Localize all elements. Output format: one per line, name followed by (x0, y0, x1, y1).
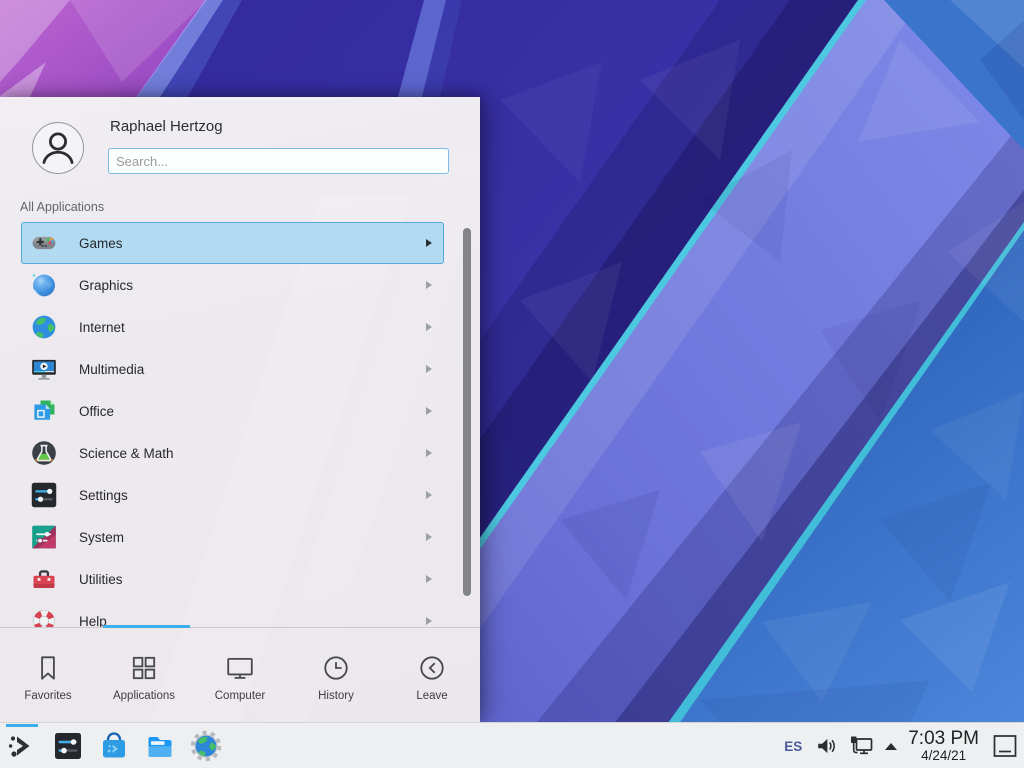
file-manager-icon (144, 730, 176, 762)
category-label: System (79, 530, 124, 545)
web-browser-icon (190, 730, 222, 762)
category-label: Office (79, 404, 114, 419)
history-icon (321, 653, 351, 683)
tab-label: Favorites (24, 690, 71, 702)
settings-icon (30, 481, 58, 509)
system-settings-button[interactable] (50, 728, 86, 764)
scrollbar[interactable] (463, 226, 471, 696)
submenu-arrow-icon (426, 449, 432, 457)
keyboard-layout-indicator[interactable]: ES (784, 739, 802, 754)
submenu-arrow-icon (426, 491, 432, 499)
file-manager-button[interactable] (142, 728, 178, 764)
submenu-arrow-icon (426, 365, 432, 373)
active-task-indicator (6, 724, 38, 727)
category-label: Games (79, 236, 123, 251)
web-browser-button[interactable] (188, 728, 224, 764)
tab-applications[interactable]: Applications (96, 631, 192, 722)
taskbar: ES 7:03 PM 4/24/21 (0, 722, 1024, 768)
volume-icon[interactable] (815, 734, 837, 758)
tab-computer[interactable]: Computer (192, 631, 288, 722)
tab-leave[interactable]: Leave (384, 631, 480, 722)
show-desktop-icon (992, 733, 1019, 760)
user-name: Raphael Hertzog (110, 118, 223, 135)
active-tab-indicator (103, 625, 190, 628)
category-row-science-math[interactable]: Science & Math (21, 432, 444, 474)
office-icon (30, 397, 58, 425)
tab-label: Computer (215, 690, 266, 702)
expand-tray-arrow-icon[interactable] (885, 743, 897, 750)
tab-favorites[interactable]: Favorites (0, 631, 96, 722)
system-settings-icon (52, 730, 84, 762)
clock-time: 7:03 PM (908, 729, 979, 749)
help-icon (30, 607, 58, 627)
submenu-arrow-icon (426, 281, 432, 289)
category-label: Multimedia (79, 362, 144, 377)
category-label: Internet (79, 320, 125, 335)
discover-icon (98, 730, 130, 762)
taskbar-launchers (0, 728, 234, 764)
favorites-icon (33, 653, 63, 683)
science-icon (30, 439, 58, 467)
application-launcher-menu: Raphael Hertzog All Applications Games (0, 97, 480, 722)
kde-launcher-icon (6, 730, 38, 762)
leave-icon (417, 653, 447, 683)
category-label: Science & Math (79, 446, 174, 461)
category-row-settings[interactable]: Settings (21, 474, 444, 516)
submenu-arrow-icon (426, 407, 432, 415)
digital-clock[interactable]: 7:03 PM 4/24/21 (908, 729, 979, 763)
category-row-multimedia[interactable]: Multimedia (21, 348, 444, 390)
category-row-utilities[interactable]: Utilities (21, 558, 444, 600)
tab-label: Applications (113, 690, 175, 702)
section-label: All Applications (20, 200, 104, 214)
category-row-internet[interactable]: Internet (21, 306, 444, 348)
system-tray: ES 7:03 PM 4/24/21 (784, 723, 1024, 768)
tab-label: Leave (416, 690, 447, 702)
submenu-arrow-icon (426, 533, 432, 541)
applications-icon (129, 653, 159, 683)
application-launcher-button[interactable] (4, 728, 40, 764)
utilities-icon (30, 565, 58, 593)
category-row-system[interactable]: System (21, 516, 444, 558)
internet-icon (30, 313, 58, 341)
category-row-office[interactable]: Office (21, 390, 444, 432)
category-row-games[interactable]: Games (21, 222, 444, 264)
scrollbar-thumb[interactable] (463, 228, 471, 596)
submenu-arrow-icon (426, 617, 432, 625)
submenu-arrow-icon (426, 239, 432, 247)
category-row-help[interactable]: Help (21, 600, 444, 627)
tab-history[interactable]: History (288, 631, 384, 722)
network-icon[interactable] (848, 733, 874, 759)
submenu-arrow-icon (426, 575, 432, 583)
computer-icon (225, 653, 255, 683)
launcher-tabbar: Favorites Applications Computer (0, 631, 480, 722)
category-label: Utilities (79, 572, 123, 587)
tab-label: History (318, 690, 354, 702)
category-label: Graphics (79, 278, 133, 293)
discover-button[interactable] (96, 728, 132, 764)
category-list: Games Graphics (0, 222, 480, 627)
games-icon (30, 229, 58, 257)
category-label: Settings (79, 488, 128, 503)
show-desktop-button[interactable] (991, 732, 1019, 760)
search-input[interactable] (108, 148, 449, 174)
graphics-icon (30, 271, 58, 299)
submenu-arrow-icon (426, 323, 432, 331)
user-avatar[interactable] (31, 121, 85, 175)
clock-date: 4/24/21 (908, 749, 979, 763)
user-avatar-icon (31, 121, 85, 175)
system-icon (30, 523, 58, 551)
multimedia-icon (30, 355, 58, 383)
category-row-graphics[interactable]: Graphics (21, 264, 444, 306)
tabbar-separator (0, 627, 480, 628)
